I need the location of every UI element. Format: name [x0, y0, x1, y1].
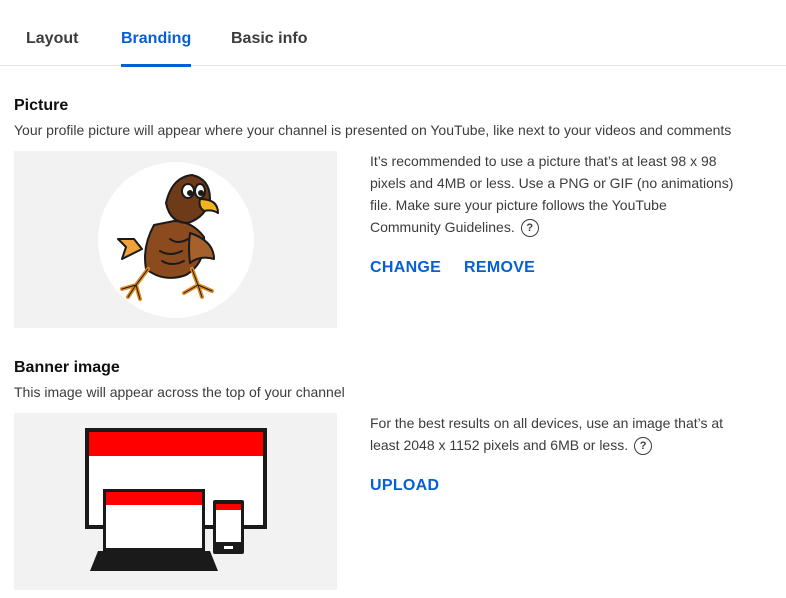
tab-layout[interactable]: Layout — [26, 0, 78, 66]
tab-basic-info[interactable]: Basic info — [231, 0, 307, 66]
profile-picture-preview — [14, 151, 337, 328]
banner-section-description: This image will appear across the top of… — [14, 384, 345, 400]
banner-image-preview — [14, 413, 337, 590]
eagle-mascot-avatar — [98, 162, 254, 318]
help-circle-icon[interactable]: ? — [634, 437, 653, 456]
banner-requirements: For the best results on all devices, use… — [370, 412, 740, 456]
banner-section-title: Banner image — [14, 359, 120, 376]
change-picture-button[interactable]: CHANGE — [370, 259, 441, 277]
upload-banner-button[interactable]: UPLOAD — [370, 477, 439, 495]
picture-section-description: Your profile picture will appear where y… — [14, 122, 732, 138]
picture-requirements-text: It’s recommended to use a picture that’s… — [370, 153, 734, 235]
picture-requirements: It’s recommended to use a picture that’s… — [370, 150, 740, 238]
help-circle-icon[interactable]: ? — [520, 219, 539, 238]
picture-section-title: Picture — [14, 97, 69, 114]
remove-picture-button[interactable]: REMOVE — [464, 259, 535, 277]
banner-devices-illustration — [85, 428, 267, 571]
banner-requirements-text: For the best results on all devices, use… — [370, 415, 724, 453]
tab-branding[interactable]: Branding — [121, 0, 192, 67]
channel-customization-tabs: Layout Branding Basic info — [0, 0, 786, 67]
